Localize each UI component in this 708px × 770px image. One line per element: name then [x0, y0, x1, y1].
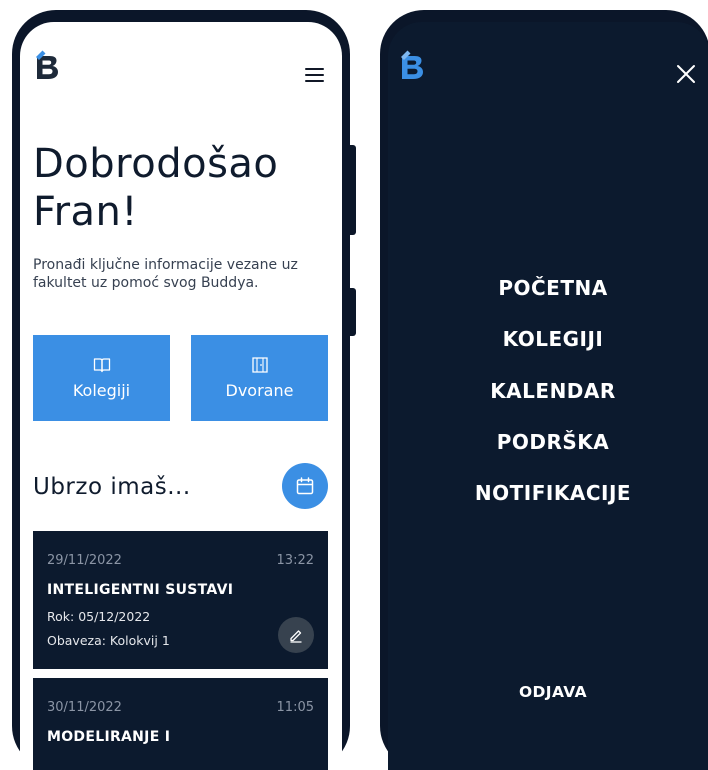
task-date: 29/11/2022: [47, 553, 122, 568]
upcoming-section-title: Ubrzo imaš...: [33, 474, 191, 500]
courses-tile-label: Kolegiji: [72, 381, 131, 400]
side-button: [349, 145, 356, 235]
edit-task-button[interactable]: [278, 617, 314, 653]
menu-item-support[interactable]: PODRŠKA: [388, 430, 708, 454]
task-card[interactable]: 29/11/2022 13:22 INTELIGENTNI SUSTAVI Ro…: [33, 531, 328, 669]
close-icon[interactable]: [676, 64, 696, 84]
greeting-subtitle: Pronađi ključne informacije vezane uz fa…: [33, 257, 298, 291]
task-course-name: MODELIRANJE I: [47, 729, 171, 745]
menu-item-notifications[interactable]: NOTIFIKACIJE: [388, 481, 708, 505]
courses-tile-button[interactable]: Kolegiji: [33, 335, 170, 421]
halls-tile-button[interactable]: Dvorane: [191, 335, 328, 421]
hamburger-menu-icon[interactable]: [304, 66, 326, 84]
menu-screen: POČETNA KOLEGIJI KALENDAR PODRŠKA NOTIFI…: [388, 22, 708, 770]
buddy-logo: [401, 50, 423, 79]
task-time: 11:05: [276, 700, 314, 715]
task-deadline: Rok: 05/12/2022: [47, 609, 151, 624]
book-icon: [93, 358, 110, 373]
greeting-name: Fran!: [33, 189, 138, 235]
task-date: 30/11/2022: [47, 700, 122, 715]
home-phone-frame: Dobrodošao Fran! Pronađi ključne informa…: [12, 10, 356, 770]
menu-item-calendar[interactable]: KALENDAR: [388, 379, 708, 403]
pencil-icon: [290, 630, 302, 643]
task-obligation: Obaveza: Kolokvij 1: [47, 633, 170, 648]
task-time: 13:22: [276, 553, 314, 568]
side-button: [349, 288, 356, 336]
door-icon: [251, 357, 268, 373]
menu-item-courses[interactable]: KOLEGIJI: [388, 327, 708, 351]
task-course-name: INTELIGENTNI SUSTAVI: [47, 582, 234, 598]
logout-button[interactable]: ODJAVA: [388, 683, 708, 701]
buddy-logo: [36, 50, 58, 79]
halls-tile-label: Dvorane: [225, 381, 294, 400]
home-screen: Dobrodošao Fran! Pronađi ključne informa…: [20, 22, 342, 770]
menu-item-home[interactable]: POČETNA: [388, 276, 708, 300]
calendar-button[interactable]: [282, 463, 328, 509]
task-card[interactable]: 30/11/2022 11:05 MODELIRANJE I: [33, 678, 328, 770]
greeting-title: Dobrodošao Fran!: [33, 140, 333, 236]
calendar-icon: [296, 477, 314, 495]
greeting-line1: Dobrodošao: [33, 141, 279, 187]
menu-phone-frame: POČETNA KOLEGIJI KALENDAR PODRŠKA NOTIFI…: [380, 10, 708, 770]
